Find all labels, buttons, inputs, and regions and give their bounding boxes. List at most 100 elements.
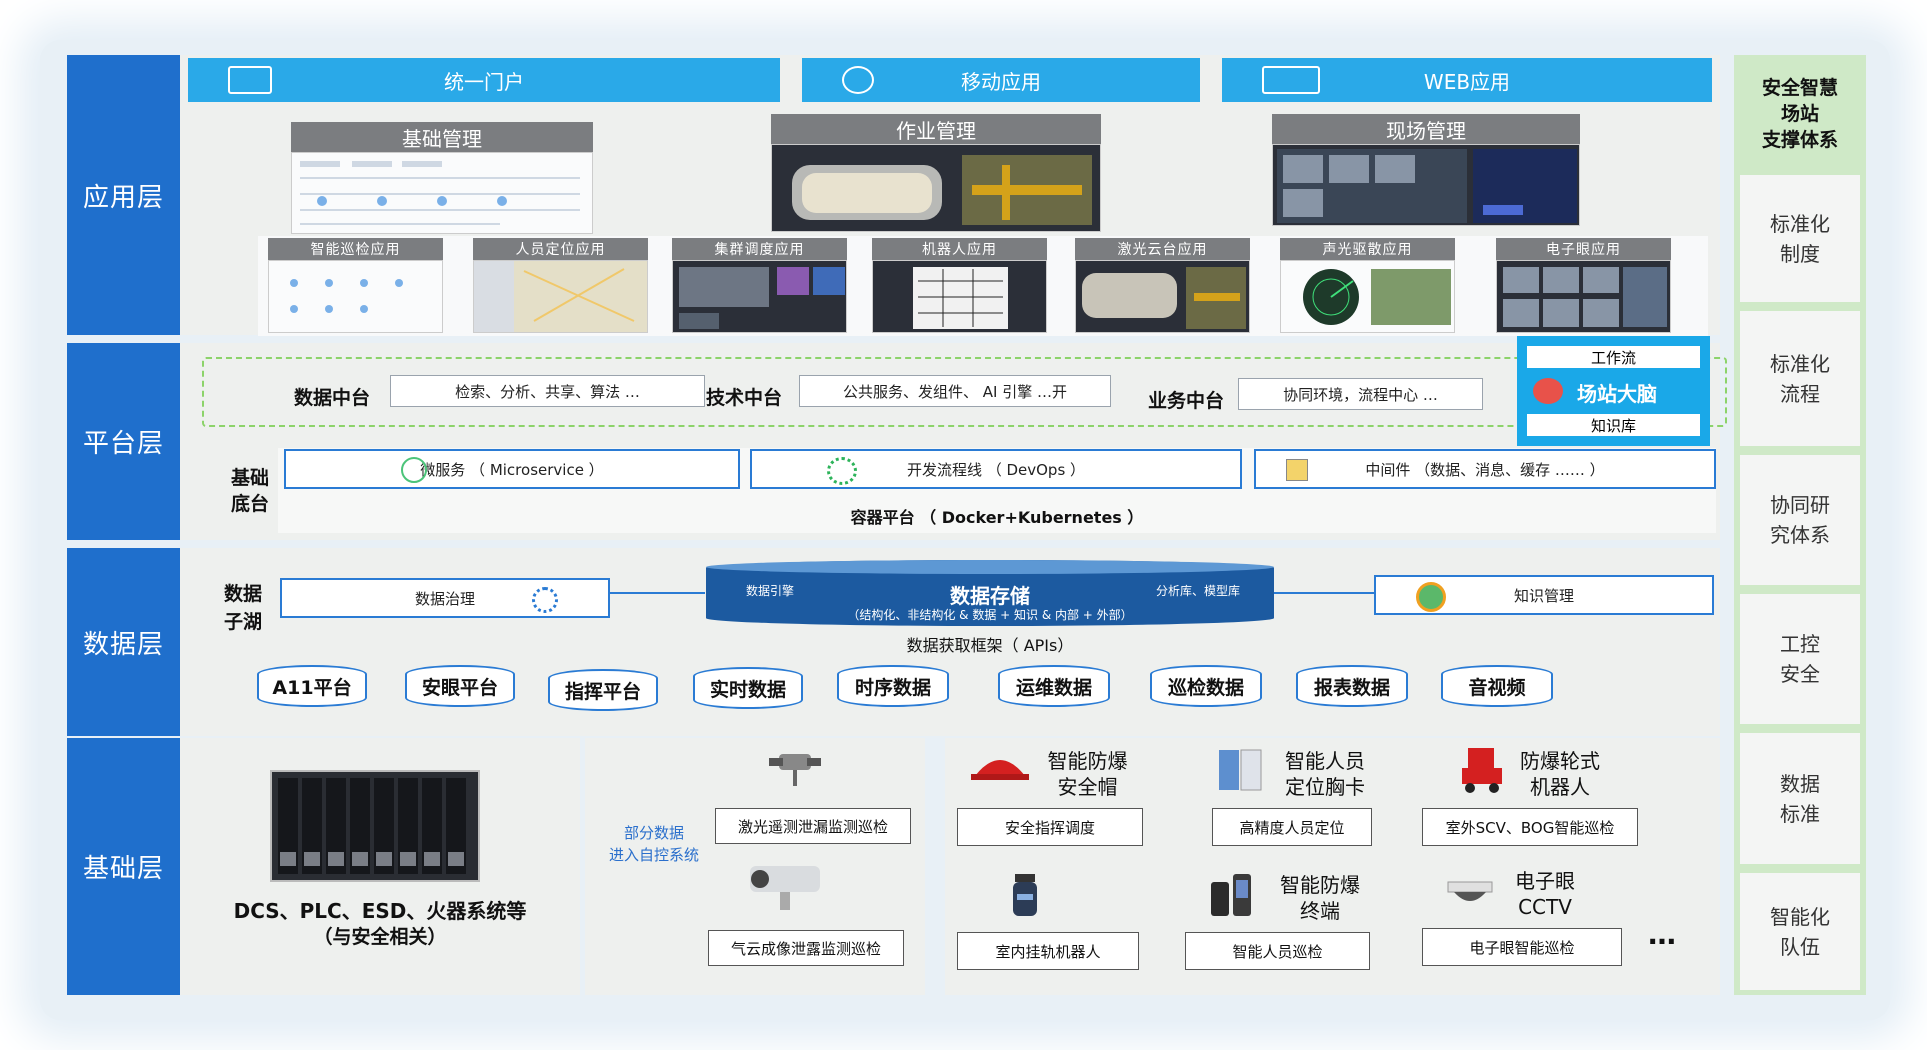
tab-mobile-app[interactable]: 移动应用 [802, 58, 1200, 102]
device-terminal-name: 智能防爆 终端 [1280, 873, 1360, 923]
screenshot-site-mgmt [1272, 144, 1580, 226]
layer-label-base: 基础层 [67, 738, 180, 995]
device-helmet-name: 智能防爆 安全帽 [1047, 749, 1128, 799]
dcs-cabinet-image [270, 770, 480, 882]
label-base-platform: 基础 底台 [230, 467, 269, 515]
device-rail-robot-box: 室内挂轨机器人 [957, 932, 1139, 970]
device-cctv-name: 电子眼 CCTV [1515, 869, 1575, 919]
screenshot-basic-mgmt [291, 152, 593, 234]
rail-robot-icon [1005, 872, 1045, 924]
microservice-box: 微服务 （ Microservice ） [284, 449, 740, 489]
laser-camera-icon [765, 752, 825, 792]
source-timeseries: 时序数据 [837, 665, 949, 707]
dcs-sub: （与安全相关） [313, 926, 447, 948]
microservice-label: 微服务 （ Microservice ） [420, 460, 604, 479]
source-command: 指挥平台 [548, 669, 658, 711]
gear-icon [532, 587, 558, 613]
brain-icon [1533, 378, 1563, 404]
partial-data-label: 部分数据 进入自控系统 [608, 824, 699, 864]
tab-label: 统一门户 [444, 69, 524, 94]
screenshot-electronic-eye [1496, 260, 1671, 333]
tab-unified-portal[interactable]: 统一门户 [188, 58, 780, 102]
source-report: 报表数据 [1296, 665, 1408, 707]
arrow-governance [610, 592, 705, 594]
dashboard-icon [228, 66, 272, 94]
storage-cylinder: 数据引擎 数据存储 分析库、模型库 （结构化、非结构化 & 数据 + 知识 & … [706, 560, 1274, 626]
cylinder-top [706, 560, 1274, 574]
microservice-icon [401, 457, 427, 483]
screenshot-job-mgmt [771, 144, 1101, 232]
side-title: 安全智慧 场站 支撑体系 [1761, 77, 1838, 151]
title-robot-app: 机器人应用 [872, 238, 1047, 260]
dcs-label: DCS、PLC、ESD、火器系统等 [233, 899, 527, 923]
biz-mid-desc: 协同环境，流程中心 … [1238, 378, 1483, 410]
device-terminal-box: 智能人员巡检 [1185, 932, 1370, 970]
device-helmet-box: 安全指挥调度 [957, 808, 1143, 846]
tab-label: 移动应用 [961, 69, 1041, 94]
mobile-icon [842, 66, 874, 94]
tech-mid-desc: 公共服务、发组件、 AI 引擎 …开 [799, 375, 1111, 407]
atom-icon [1416, 582, 1446, 612]
side-item-standard-system: 标准化 制度 [1740, 172, 1860, 302]
devops-label: 开发流程线 （ DevOps ） [906, 460, 1086, 479]
screenshot-smart-inspection [268, 260, 443, 333]
cctv-dome-icon [1440, 876, 1500, 910]
title-laser-ptz: 激光云台应用 [1075, 238, 1250, 260]
device-badge-name: 智能人员 定位胸卡 [1285, 749, 1365, 799]
title-job-mgmt: 作业管理 [771, 114, 1101, 144]
source-av: 音视频 [1441, 665, 1553, 707]
side-item-collab-research: 协同研 究体系 [1740, 452, 1860, 585]
side-item-smart-team: 智能化 队伍 [1740, 870, 1860, 990]
screenshot-cluster-dispatch [672, 260, 847, 333]
label-data-lake: 数据 子湖 [223, 583, 262, 633]
label-tech-mid: 技术中台 [706, 387, 783, 409]
middleware-label: 中间件 （数据、消息、缓存 …… ） [1365, 460, 1605, 479]
title-basic-mgmt: 基础管理 [291, 122, 593, 152]
governance-label: 数据治理 [414, 589, 475, 608]
gas-imaging-camera-icon [740, 858, 835, 916]
gear-icon [827, 457, 857, 485]
source-a11: A11平台 [257, 665, 367, 707]
brain-title: 场站大脑 [1577, 382, 1657, 406]
tab-web-app[interactable]: WEB应用 [1222, 58, 1712, 102]
layer-label-app: 应用层 [67, 55, 180, 335]
api-framework: 数据获取框架（ APIs） [906, 636, 1074, 655]
station-brain[interactable]: 工作流 场站大脑 知识库 [1517, 336, 1710, 446]
knowledge-label: 知识管理 [1513, 586, 1574, 605]
layer-label-data: 数据层 [67, 548, 180, 736]
badge-card-icon [1215, 748, 1265, 792]
explosion-proof-terminal-icon [1205, 870, 1270, 924]
title-site-mgmt: 现场管理 [1272, 114, 1580, 144]
label-biz-mid: 业务中台 [1148, 390, 1225, 412]
screenshot-laser-ptz [1075, 260, 1250, 333]
brain-knowledge: 知识库 [1527, 414, 1700, 436]
middleware-box: 中间件 （数据、消息、缓存 …… ） [1254, 449, 1716, 489]
title-electronic-eye: 电子眼应用 [1496, 238, 1671, 260]
safety-helmet-icon [965, 748, 1035, 788]
title-cluster-dispatch: 集群调度应用 [672, 238, 847, 260]
gas-cloud-box: 气云成像泄露监测巡检 [708, 930, 904, 966]
screenshot-robot-app [872, 260, 1047, 333]
screenshot-personnel-location [473, 260, 648, 333]
tab-label: WEB应用 [1423, 69, 1511, 94]
source-anyan: 安眼平台 [405, 665, 515, 707]
more-ellipsis: … [1648, 918, 1676, 951]
data-mid-desc: 检索、分析、共享、算法 … [390, 375, 705, 407]
device-robot-name: 防爆轮式 机器人 [1520, 749, 1600, 799]
title-acoustic-dispersal: 声光驱散应用 [1280, 238, 1455, 260]
knowledge-box: 知识管理 [1374, 575, 1714, 615]
device-robot-box: 室外SCV、BOG智能巡检 [1422, 808, 1638, 846]
laser-leak-box: 激光遥测泄漏监测巡检 [715, 808, 911, 844]
side-item-ics-security: 工控 安全 [1740, 591, 1860, 724]
label-data-mid: 数据中台 [294, 387, 371, 409]
source-ops: 运维数据 [998, 665, 1110, 707]
storage-sub: （结构化、非结构化 & 数据 + 知识 & 内部 + 外部） [847, 608, 1133, 622]
devops-box: 开发流程线 （ DevOps ） [750, 449, 1242, 489]
source-realtime: 实时数据 [693, 667, 803, 709]
title-personnel-location: 人员定位应用 [473, 238, 648, 260]
side-item-data-standard: 数据 标准 [1740, 730, 1860, 864]
brain-workflow: 工作流 [1527, 346, 1700, 368]
device-badge-box: 高精度人员定位 [1212, 808, 1372, 846]
middleware-icon [1286, 459, 1308, 481]
screenshot-acoustic-dispersal [1280, 260, 1455, 333]
